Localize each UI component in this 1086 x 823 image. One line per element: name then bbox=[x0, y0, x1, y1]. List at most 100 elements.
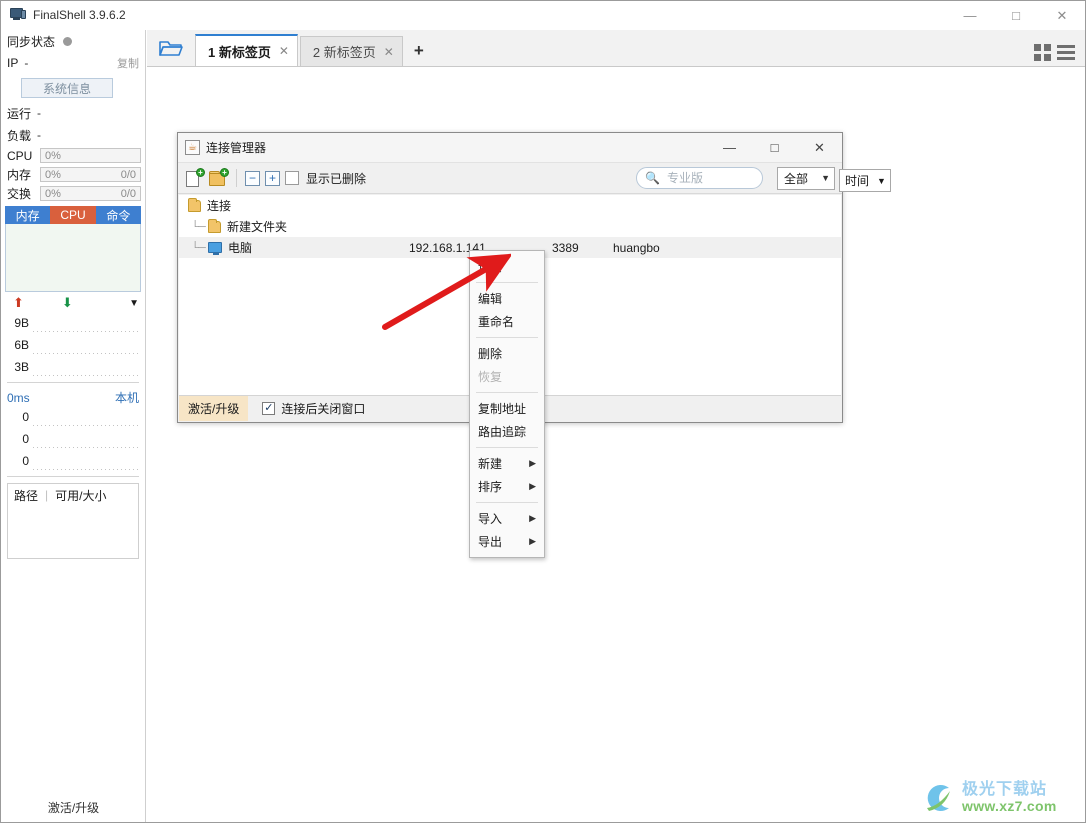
tab-2[interactable]: 2 新标签页 ✕ bbox=[299, 36, 403, 66]
swap-meter-label: 交换 bbox=[7, 187, 32, 201]
context-menu-item-delete[interactable]: 删除 bbox=[470, 342, 544, 365]
watermark-site-name: 极光下载站 bbox=[962, 781, 1048, 799]
sidebar-activate-upgrade-link[interactable]: 激活/升级 bbox=[1, 799, 146, 816]
context-menu-item-label: 复制地址 bbox=[478, 402, 527, 416]
submenu-arrow-icon: ▶ bbox=[529, 536, 536, 546]
tab-1-close-icon[interactable]: ✕ bbox=[279, 44, 289, 58]
load-label: 负载 bbox=[7, 128, 32, 143]
monitor-tab-group: 内存 CPU 命令 bbox=[5, 206, 141, 224]
column-divider: | bbox=[45, 488, 49, 502]
memory-meter-label: 内存 bbox=[7, 168, 32, 182]
context-menu-item-sort[interactable]: 排序 ▶ bbox=[470, 475, 544, 498]
chevron-down-icon: ▼ bbox=[877, 175, 886, 186]
network-gridline bbox=[33, 375, 139, 376]
disk-col-path: 路径 bbox=[14, 488, 39, 503]
open-folder-icon[interactable] bbox=[147, 30, 195, 66]
copy-ip-button[interactable]: 复制 bbox=[117, 55, 139, 71]
close-after-connect-label: 连接后关闭窗口 bbox=[281, 402, 366, 416]
minimize-button[interactable]: — bbox=[947, 1, 993, 30]
dialog-toolbar: + + − + 显示已删除 🔍 全部 ▼ bbox=[178, 163, 842, 194]
hamburger-menu-icon[interactable] bbox=[1057, 45, 1075, 60]
load-value: - bbox=[37, 128, 42, 142]
grid-view-icon[interactable] bbox=[1034, 44, 1051, 61]
ping-scale-0a: 0 bbox=[22, 410, 29, 424]
ping-value: 0ms bbox=[7, 390, 30, 405]
ping-host-label[interactable]: 本机 bbox=[115, 389, 139, 406]
dialog-close-button[interactable]: ✕ bbox=[797, 133, 842, 163]
ping-scale-0c: 0 bbox=[22, 454, 29, 468]
context-menu-item-label: 恢复 bbox=[478, 370, 503, 384]
context-menu-separator bbox=[476, 282, 538, 283]
window-controls: — □ ✕ bbox=[947, 1, 1085, 30]
close-button[interactable]: ✕ bbox=[1039, 1, 1085, 30]
expand-all-icon[interactable]: + bbox=[265, 170, 280, 186]
new-tab-button[interactable]: + bbox=[405, 36, 433, 66]
search-box[interactable]: 🔍 bbox=[636, 167, 763, 189]
watermark: 极光下载站 www.xz7.com bbox=[919, 778, 1079, 818]
window-title: FinalShell 3.9.6.2 bbox=[33, 8, 126, 22]
tab-1[interactable]: 1 新标签页 ✕ bbox=[195, 34, 298, 66]
aurora-logo-icon bbox=[927, 785, 950, 811]
submenu-arrow-icon: ▶ bbox=[529, 513, 536, 523]
context-menu: 连接 编辑 重命名 删除 恢复 复制地址 路由追踪 新建 ▶ 排序 ▶ 导入 ▶… bbox=[469, 250, 545, 558]
context-menu-item-connect[interactable]: 连接 bbox=[470, 255, 544, 278]
disk-section: 路径 | 可用/大小 bbox=[1, 483, 145, 559]
tab-cpu[interactable]: CPU bbox=[50, 206, 96, 224]
system-info-button[interactable]: 系统信息 bbox=[21, 78, 113, 98]
tree-row-label: 电脑 bbox=[228, 241, 253, 255]
tab-memory[interactable]: 内存 bbox=[5, 206, 51, 224]
search-input[interactable] bbox=[664, 170, 754, 186]
tree-row-label: 新建文件夹 bbox=[227, 220, 288, 234]
ping-scale-row: 0 bbox=[7, 428, 139, 450]
monitor-icon bbox=[10, 8, 26, 22]
tab-1-label: 1 新标签页 bbox=[208, 44, 271, 60]
show-deleted-checkbox[interactable] bbox=[285, 171, 299, 185]
close-after-connect-checkbox[interactable]: ✓ bbox=[262, 402, 276, 415]
filter-dropdown[interactable]: 全部 ▼ bbox=[777, 166, 835, 190]
new-folder-icon[interactable]: + bbox=[209, 167, 229, 188]
tree-guide-line: └─ bbox=[191, 220, 206, 233]
network-scale-row: 3B bbox=[7, 356, 139, 378]
tab-2-close-icon[interactable]: ✕ bbox=[384, 45, 394, 59]
uptime-value: - bbox=[37, 106, 42, 120]
close-after-connect-option[interactable]: ✓ 连接后关闭窗口 bbox=[262, 400, 365, 417]
sort-dropdown[interactable]: 时间 ▼ bbox=[839, 169, 891, 192]
maximize-button[interactable]: □ bbox=[993, 1, 1039, 30]
activate-upgrade-button[interactable]: 激活/升级 bbox=[179, 396, 249, 421]
context-menu-item-trace-route[interactable]: 路由追踪 bbox=[470, 420, 544, 443]
chevron-down-icon: ▼ bbox=[821, 173, 830, 183]
context-menu-item-rename[interactable]: 重命名 bbox=[470, 310, 544, 333]
cpu-meter-bar: 0% bbox=[40, 148, 141, 163]
tree-row-root[interactable]: 连接 bbox=[179, 195, 841, 216]
ping-graph: 0 0 0 bbox=[7, 406, 139, 477]
chevron-down-icon[interactable]: ▼ bbox=[129, 298, 139, 309]
context-menu-item-export[interactable]: 导出 ▶ bbox=[470, 530, 544, 553]
disk-col-size: 可用/大小 bbox=[55, 488, 107, 503]
show-deleted-label[interactable]: 显示已删除 bbox=[306, 170, 366, 187]
context-menu-item-import[interactable]: 导入 ▶ bbox=[470, 507, 544, 530]
tab-command[interactable]: 命令 bbox=[95, 206, 141, 224]
download-arrow-icon: ⬇ bbox=[61, 295, 73, 310]
context-menu-item-copy-address[interactable]: 复制地址 bbox=[470, 397, 544, 420]
memory-meter-fraction: 0/0 bbox=[120, 168, 136, 181]
context-menu-item-label: 排序 bbox=[478, 480, 503, 494]
context-menu-item-label: 编辑 bbox=[478, 292, 503, 306]
cpu-meter-label: CPU bbox=[7, 148, 33, 163]
swap-meter-row: 交换 0% 0/0 bbox=[1, 184, 145, 203]
tab-strip: 1 新标签页 ✕ 2 新标签页 ✕ + bbox=[147, 30, 1085, 67]
dialog-minimize-button[interactable]: — bbox=[707, 133, 752, 163]
dialog-title: 连接管理器 bbox=[206, 141, 267, 155]
ping-scale-row: 0 bbox=[7, 450, 139, 472]
tree-row-new-folder[interactable]: └─ 新建文件夹 bbox=[179, 216, 841, 237]
new-connection-icon[interactable]: + bbox=[185, 167, 205, 188]
uptime-label: 运行 bbox=[7, 106, 32, 121]
cpu-meter-percent: 0% bbox=[45, 149, 61, 162]
context-menu-item-new[interactable]: 新建 ▶ bbox=[470, 452, 544, 475]
network-scale-3b: 3B bbox=[14, 360, 29, 374]
network-scale-9b: 9B bbox=[14, 316, 29, 330]
tab-2-label: 2 新标签页 bbox=[312, 45, 376, 60]
ping-scale-0b: 0 bbox=[22, 432, 29, 446]
context-menu-item-edit[interactable]: 编辑 bbox=[470, 287, 544, 310]
dialog-maximize-button[interactable]: □ bbox=[752, 133, 797, 163]
collapse-all-icon[interactable]: − bbox=[245, 170, 260, 186]
